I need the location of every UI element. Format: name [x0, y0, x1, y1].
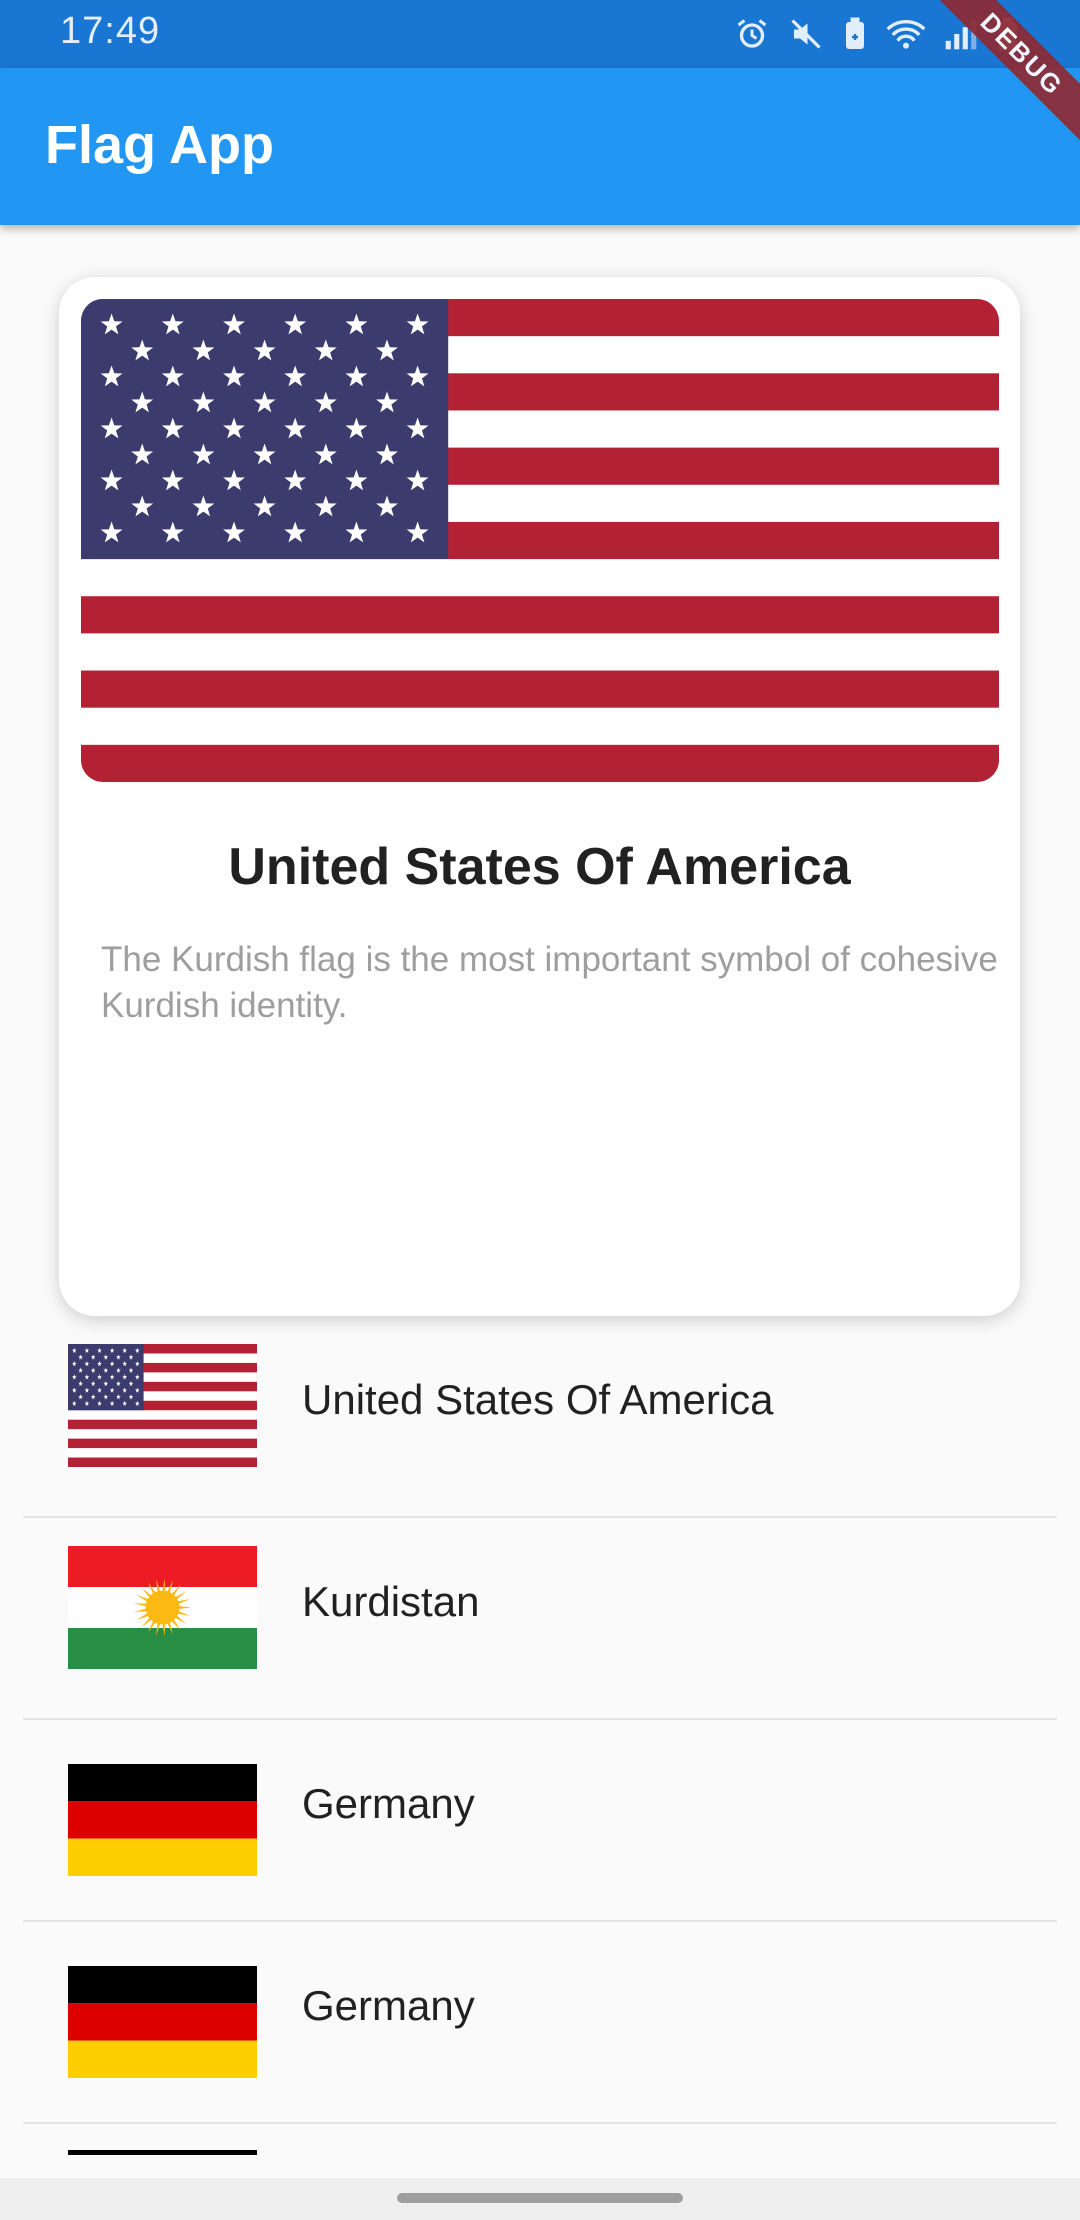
wifi-icon — [886, 16, 926, 52]
list-item-kurdistan[interactable]: Kurdistan — [0, 1518, 1080, 1720]
app-bar: Flag App — [0, 68, 1080, 225]
partial-flag-thumbnail — [68, 2150, 257, 2155]
app-title: Flag App — [45, 115, 274, 175]
alarm-icon — [734, 16, 770, 52]
kurdistan-flag-thumbnail — [68, 1546, 257, 1669]
mute-icon — [788, 16, 824, 52]
card-title: United States Of America — [228, 838, 851, 896]
country-name: Germany — [302, 1982, 475, 2029]
germany-flag-thumbnail — [68, 1966, 257, 2078]
country-name: Germany — [302, 1780, 475, 1827]
home-gesture-handle[interactable] — [397, 2193, 683, 2203]
navigation-bar — [0, 2178, 1080, 2220]
country-name: United States Of America — [302, 1376, 774, 1423]
battery-saver-icon — [842, 16, 868, 52]
germany-flag-thumbnail — [68, 1764, 257, 1876]
flag-detail-card: United States Of America The Kurdish fla… — [59, 277, 1020, 1316]
list-item-germany[interactable]: Germany — [0, 1922, 1080, 2124]
status-time: 17:49 — [60, 10, 161, 52]
divider — [23, 2122, 1057, 2124]
status-bar: 17:49 — [0, 0, 1080, 68]
country-name: Kurdistan — [302, 1578, 480, 1625]
card-description: The Kurdish flag is the most important s… — [101, 940, 998, 1025]
usa-flag-large — [81, 299, 999, 782]
list-item-germany[interactable]: Germany — [0, 1720, 1080, 1922]
list-item-usa[interactable]: United States Of America — [0, 1316, 1080, 1518]
usa-flag-thumbnail — [68, 1344, 257, 1467]
country-list: United States Of America Kurdistan Germa… — [0, 1316, 1080, 2124]
